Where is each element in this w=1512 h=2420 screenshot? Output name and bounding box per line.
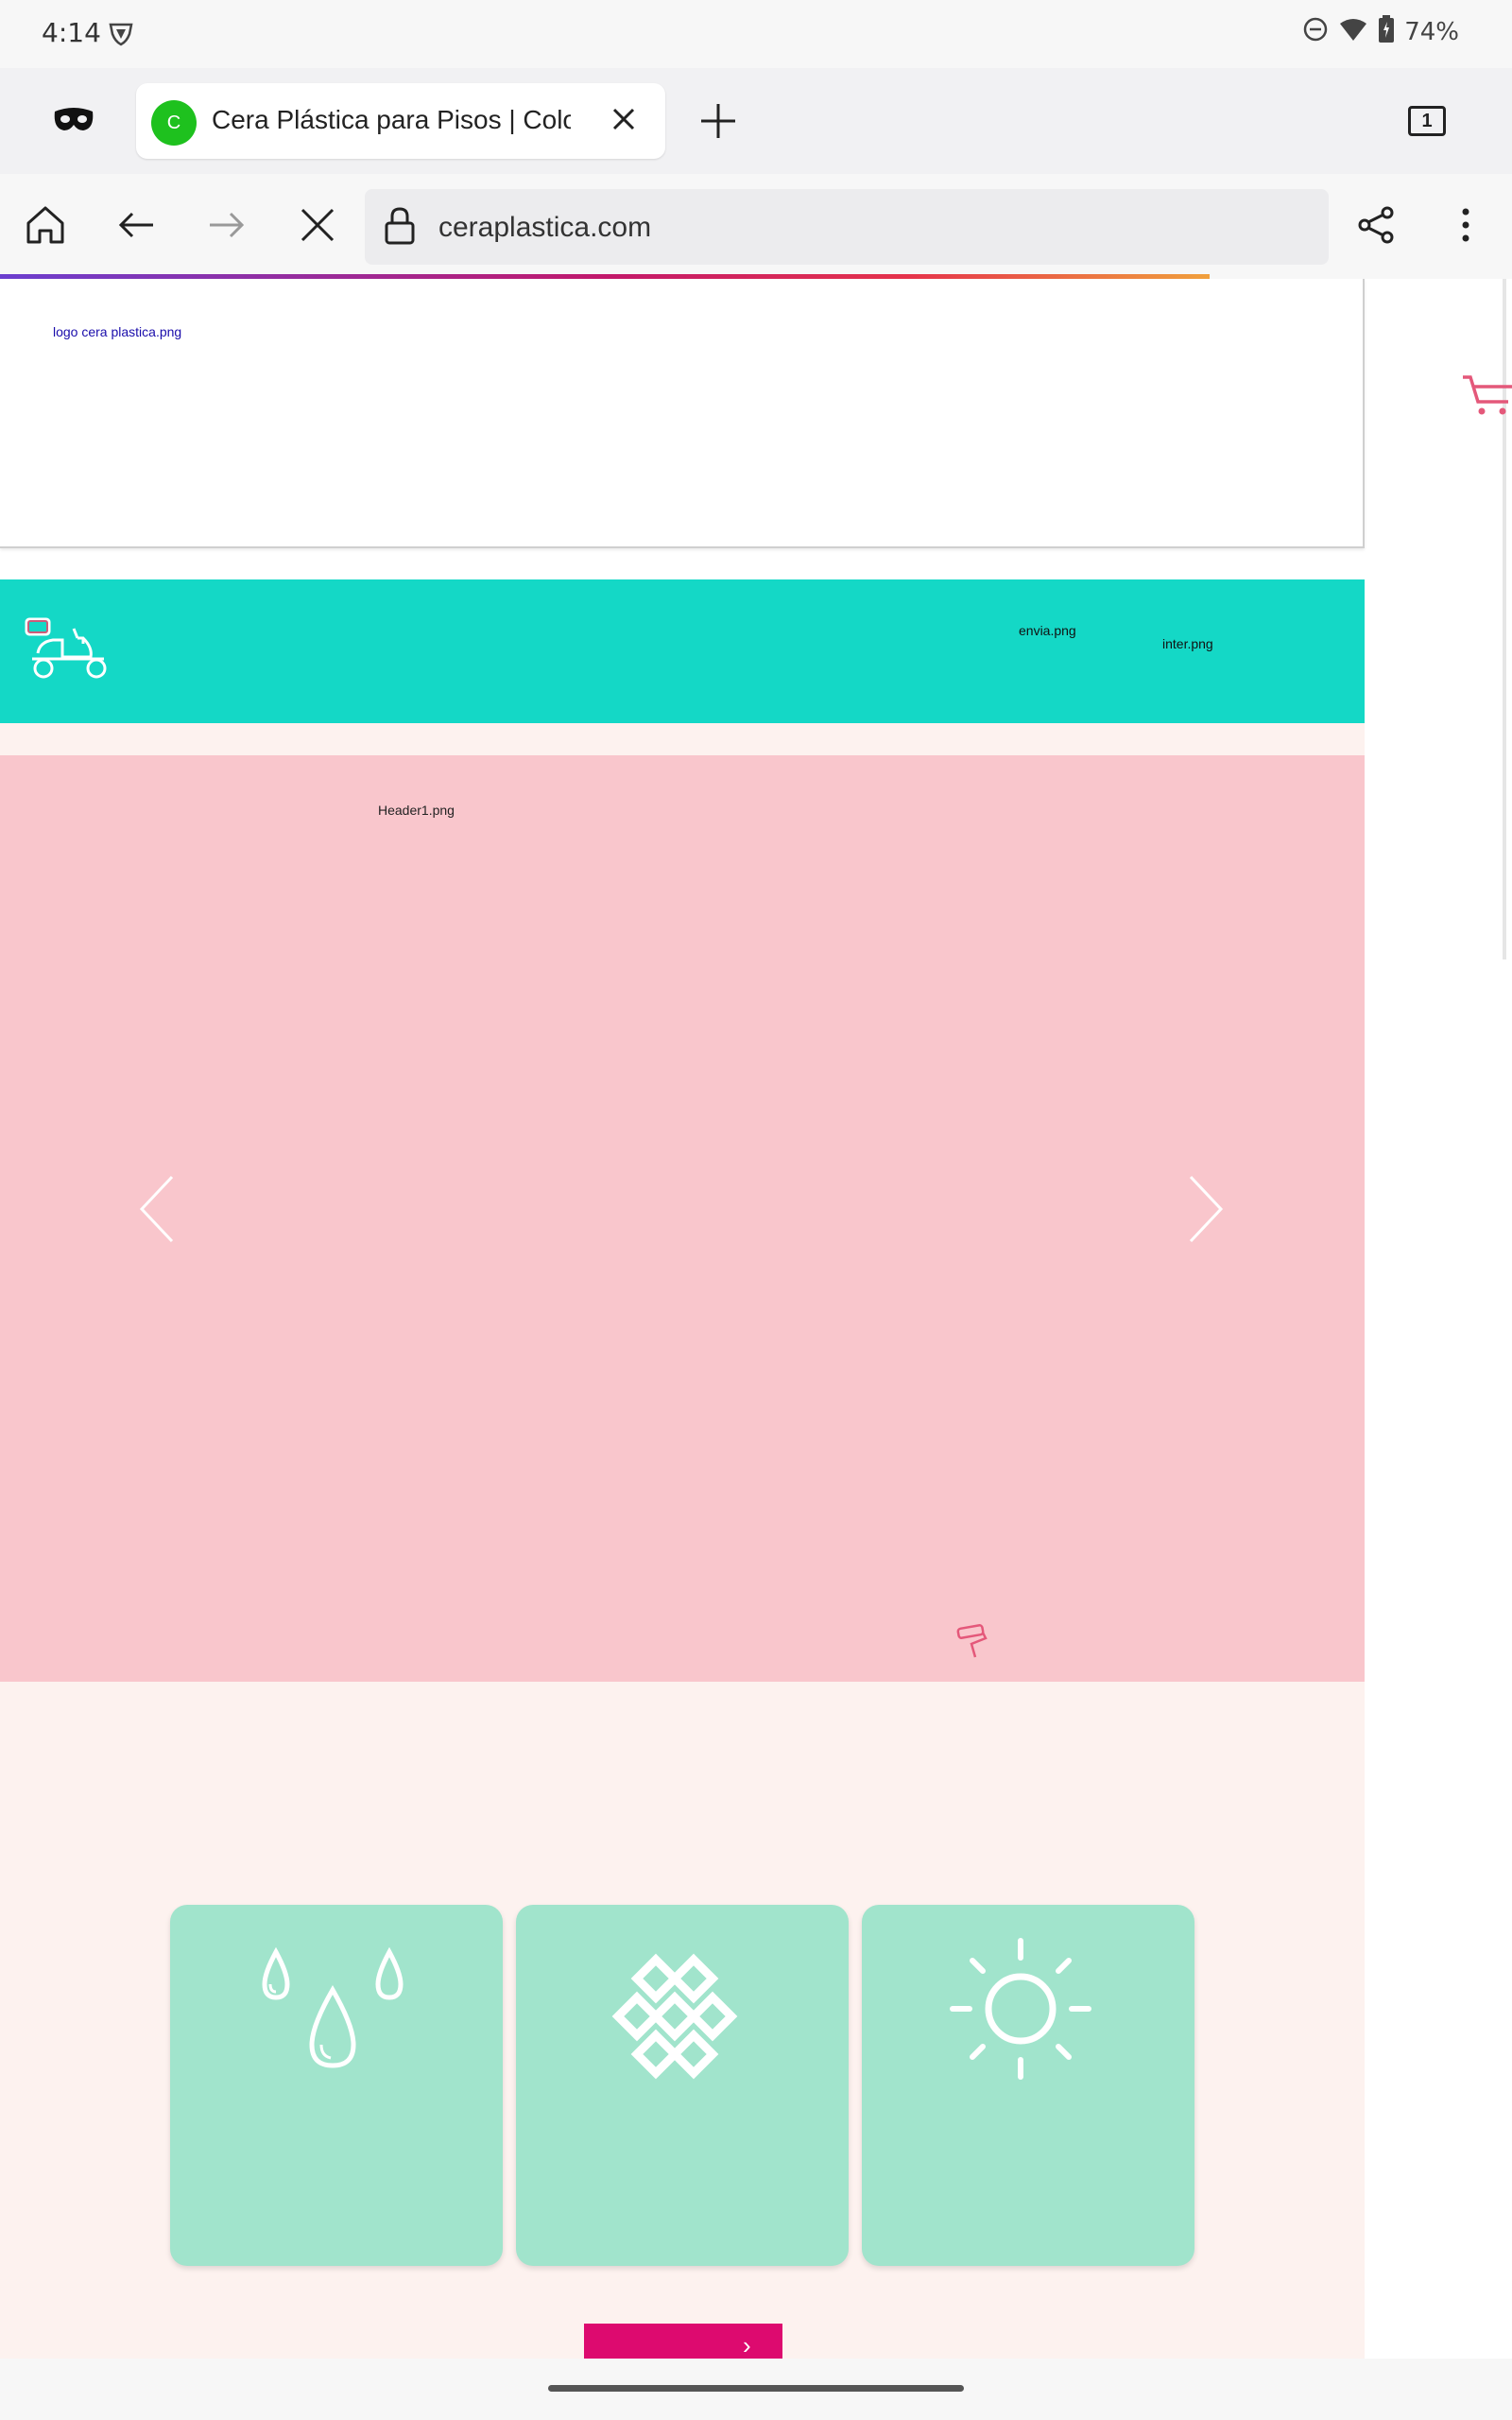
delivery-bar: envia.png inter.png: [0, 579, 1365, 723]
browser-tab[interactable]: C Cera Plástica para Pisos | Colores: [136, 83, 665, 159]
battery-icon: [1378, 15, 1395, 48]
tab-title: Cera Plástica para Pisos | Colores: [212, 105, 571, 134]
stop-loading-icon[interactable]: [297, 204, 338, 251]
delivery-scooter-icon: [25, 615, 112, 686]
feature-card-tiles[interactable]: [516, 1905, 849, 2266]
chevron-right-icon[interactable]: [1185, 1171, 1227, 1252]
hero-image: Header1.png: [378, 803, 455, 818]
do-not-disturb-icon: [1302, 16, 1329, 47]
features-section: [0, 1682, 1365, 2359]
web-page: logo cera plastica.png envia.png inter.p…: [0, 279, 1512, 2359]
tab-counter-button[interactable]: 1: [1408, 106, 1446, 136]
site-header: logo cera plastica.png: [0, 279, 1365, 548]
back-icon[interactable]: [115, 204, 157, 251]
url-text: ceraplastica.com: [438, 212, 652, 243]
address-bar[interactable]: ceraplastica.com: [365, 189, 1329, 265]
feature-card-sun[interactable]: [862, 1905, 1194, 2266]
page-side-strip: [1366, 279, 1512, 2359]
forward-icon[interactable]: [206, 204, 248, 251]
wifi-icon: [1338, 16, 1368, 47]
cta-button[interactable]: [584, 2324, 782, 2363]
status-bar: 4:14 74%: [0, 0, 1512, 68]
home-icon[interactable]: [25, 204, 66, 251]
share-icon[interactable]: [1355, 204, 1397, 251]
hero-carousel: Header1.png: [0, 755, 1365, 1682]
feature-card-water[interactable]: [170, 1905, 503, 2266]
status-time: 4:14: [42, 17, 101, 48]
cart-icon[interactable]: [1461, 373, 1512, 424]
shield-icon: [108, 21, 134, 52]
status-icons: 74%: [1302, 15, 1459, 48]
close-tab-icon[interactable]: [609, 104, 639, 139]
private-mode-icon[interactable]: [53, 106, 94, 139]
hero-gap: [0, 723, 1365, 755]
inter-logo: inter.png: [1162, 636, 1213, 651]
paint-roller-icon: [954, 1623, 988, 1666]
tab-bar: C Cera Plástica para Pisos | Colores 1: [0, 68, 1512, 174]
navigation-bar: ceraplastica.com: [0, 174, 1512, 278]
lock-icon: [384, 206, 416, 251]
gesture-navigation-area: [0, 2359, 1512, 2420]
gesture-handle[interactable]: [548, 2385, 964, 2392]
chevron-right-small-icon: ›: [743, 2331, 751, 2360]
battery-percent: 74%: [1404, 17, 1459, 46]
site-favicon: C: [151, 100, 197, 146]
menu-icon[interactable]: [1452, 204, 1480, 251]
new-tab-icon[interactable]: [699, 102, 737, 145]
site-logo[interactable]: logo cera plastica.png: [53, 324, 181, 339]
chevron-left-icon[interactable]: [136, 1171, 178, 1252]
envia-logo: envia.png: [1019, 623, 1076, 638]
